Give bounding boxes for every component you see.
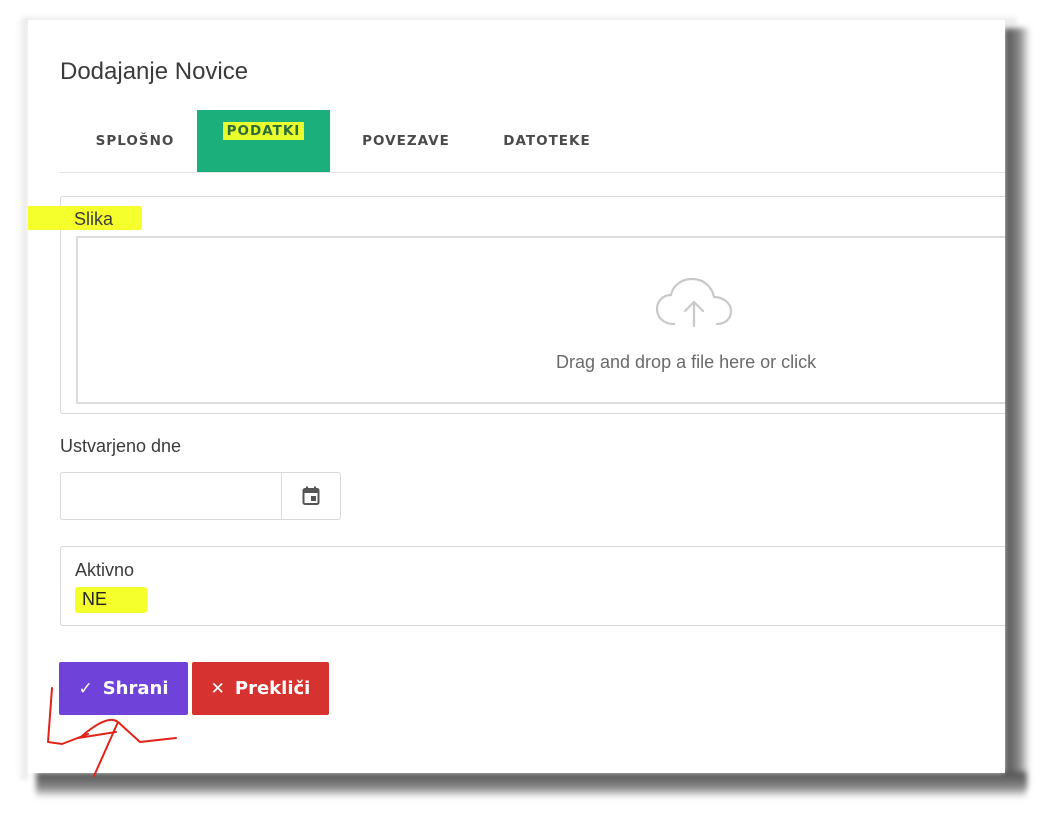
file-dropzone[interactable]: Drag and drop a file here or click [76,236,1005,404]
tab-podatki[interactable]: PODATKI [197,110,330,172]
active-field-box[interactable] [60,546,1005,626]
frame-shadow-left [16,20,28,780]
save-label: Shrani [102,678,169,699]
close-icon: ✕ [210,678,225,699]
tab-label: PODATKI [222,122,305,140]
save-button[interactable]: ✓ Shrani [59,662,188,715]
tab-datoteke[interactable]: DATOTEKE [492,110,602,172]
date-field-label: Ustvarjeno dne [60,436,182,456]
date-input[interactable] [60,472,282,520]
tab-label: DATOTEKE [503,133,591,149]
tab-splosno[interactable]: SPLOŠNO [80,110,190,172]
cancel-button[interactable]: ✕ Prekliči [192,662,329,715]
dropzone-text: Drag and drop a file here or click [556,352,817,372]
calendar-button[interactable] [281,472,341,520]
page-title: Dodajanje Novice [60,58,249,85]
active-field-value[interactable]: NE [82,589,107,610]
news-form-panel: Dodajanje Novice SPLOŠNO PODATKI POVEZAV… [28,20,1005,773]
frame-shadow-right [1004,28,1030,788]
tab-label: SPLOŠNO [95,133,175,149]
tab-bar: SPLOŠNO PODATKI POVEZAVE DATOTEKE [60,110,1005,173]
image-field-label: Slika [74,209,114,229]
frame-shadow-bottom [36,772,1026,798]
cloud-upload-icon [654,276,734,335]
active-field-label: Aktivno [75,560,135,580]
tab-label: POVEZAVE [362,133,450,149]
calendar-icon [302,486,320,505]
check-icon: ✓ [78,678,93,699]
cancel-label: Prekliči [234,678,311,699]
tab-povezave[interactable]: POVEZAVE [338,110,474,172]
